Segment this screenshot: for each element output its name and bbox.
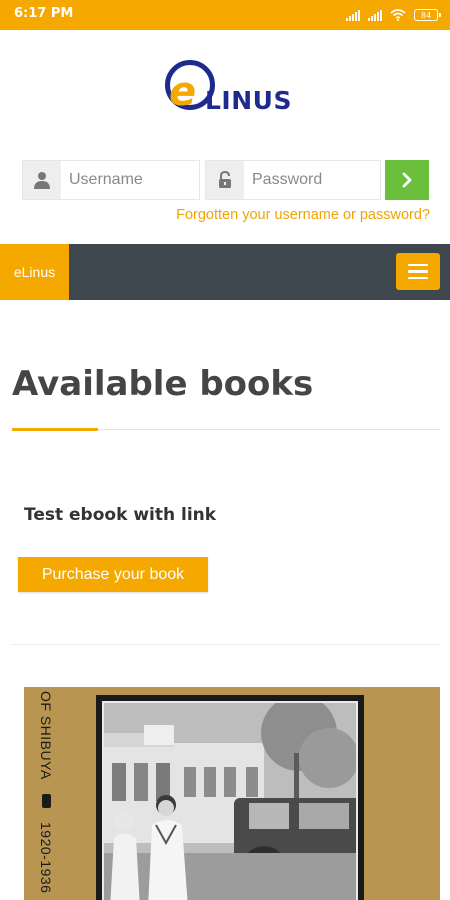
- user-icon: [23, 161, 61, 199]
- wifi-icon: [390, 9, 406, 21]
- hamburger-icon-bar: [408, 276, 428, 280]
- logo-wordmark: LINUS: [205, 86, 292, 115]
- status-time: 6:17 PM: [14, 6, 74, 21]
- signal-icon: [346, 9, 360, 21]
- book-cover-image[interactable]: OF SHIBUYA 1920-1936: [24, 687, 440, 900]
- status-icons: 84: [346, 7, 441, 23]
- cover-spine-years: 1920-1936: [38, 821, 54, 894]
- password-field[interactable]: [205, 160, 381, 200]
- menu-toggle-button[interactable]: [396, 253, 440, 290]
- cover-spine-title: OF SHIBUYA: [38, 691, 54, 780]
- nav-bar: eLinus: [0, 244, 450, 300]
- login-submit-button[interactable]: [385, 160, 429, 200]
- hamburger-icon-bar: [408, 270, 428, 273]
- nav-brand[interactable]: eLinus: [0, 244, 69, 300]
- purchase-book-button[interactable]: Purchase your book: [18, 557, 208, 592]
- status-bar: 6:17 PM 84: [0, 0, 450, 30]
- lock-icon: [206, 161, 244, 199]
- signal-icon-2: [368, 9, 382, 21]
- dog-icon: [41, 793, 51, 808]
- forgot-credentials-link[interactable]: Forgotten your username or password?: [176, 207, 430, 223]
- book-title: Test ebook with link: [24, 505, 217, 525]
- cover-spine: OF SHIBUYA 1920-1936: [32, 691, 60, 896]
- username-input[interactable]: [61, 161, 199, 199]
- username-field[interactable]: [22, 160, 200, 200]
- cover-photo: [102, 701, 358, 900]
- chevron-right-icon: [402, 172, 412, 188]
- title-accent-bar: [12, 428, 98, 431]
- hamburger-icon-bar: [408, 263, 428, 267]
- page-title: Available books: [12, 364, 314, 404]
- password-input[interactable]: [244, 161, 380, 199]
- cover-photo-frame: [96, 695, 364, 900]
- battery-icon: 84: [414, 9, 441, 21]
- book-divider: [12, 644, 440, 645]
- elinus-logo: e LINUS: [165, 60, 292, 120]
